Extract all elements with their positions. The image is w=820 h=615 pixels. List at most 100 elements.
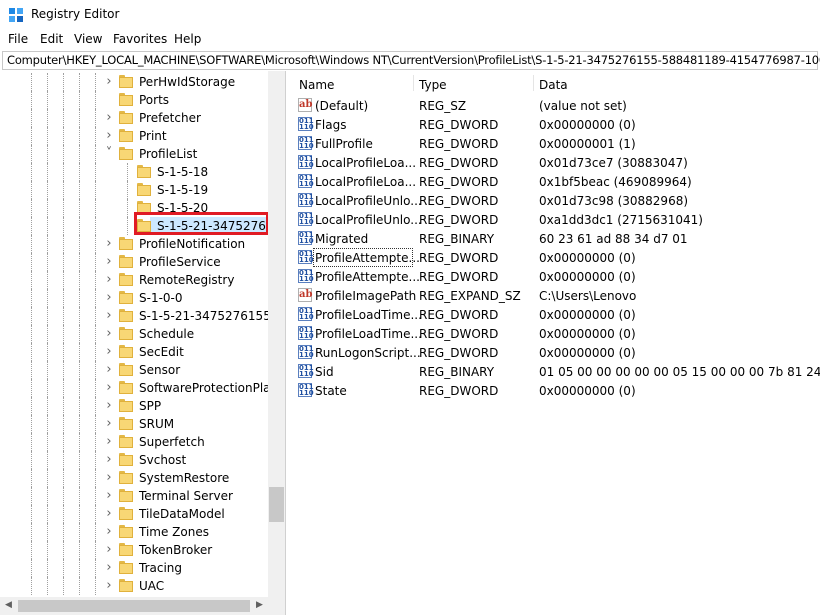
tree-guide-line <box>127 199 128 217</box>
tree-node-label: RemoteRegistry <box>139 273 235 287</box>
chevron-right-icon[interactable]: › <box>104 543 114 556</box>
column-header-type[interactable]: Type <box>419 78 447 92</box>
chevron-right-icon[interactable]: › <box>104 471 114 484</box>
registry-value-row[interactable]: 011 110 ProfileLoadTime... REG_DWORD 0x0000… <box>291 305 820 324</box>
registry-value-row[interactable]: 011 110 LocalProfileLoa... REG_DWORD 0x1bf5… <box>291 172 820 191</box>
tree-node[interactable]: › S-1-0-0 <box>0 289 268 307</box>
tree-node[interactable]: › Schedule <box>0 325 268 343</box>
chevron-right-icon[interactable]: › <box>104 417 114 430</box>
tree-guide-line <box>79 109 80 127</box>
scroll-right-icon[interactable]: ▶ <box>251 597 268 614</box>
tree-guide-line <box>63 397 64 415</box>
menu-file[interactable]: File <box>8 32 28 46</box>
chevron-right-icon[interactable]: › <box>104 291 114 304</box>
chevron-right-icon[interactable]: › <box>104 453 114 466</box>
tree-node[interactable]: ˅ ProfileList <box>0 145 268 163</box>
tree-node[interactable]: › SoftwareProtectionPlatfo <box>0 379 285 397</box>
chevron-right-icon[interactable]: › <box>104 507 114 520</box>
registry-value-row[interactable]: 011 110 ProfileAttempte... REG_DWORD 0x0000… <box>291 248 820 267</box>
menu-help[interactable]: Help <box>174 32 201 46</box>
registry-value-row[interactable]: ab ProfileImagePath REG_EXPAND_SZ C:\Users\… <box>291 286 820 305</box>
tree-node[interactable]: › Time Zones <box>0 523 268 541</box>
tree-node[interactable]: › PerHwIdStorage <box>0 73 268 91</box>
chevron-right-icon[interactable]: › <box>104 309 114 322</box>
tree-guide-line <box>63 145 64 163</box>
chevron-right-icon[interactable]: › <box>104 345 114 358</box>
menu-favorites[interactable]: Favorites <box>113 32 167 46</box>
tree-node[interactable]: › Tracing <box>0 559 268 577</box>
tree-guide-line <box>95 523 96 541</box>
tree-node[interactable]: › Svchost <box>0 451 268 469</box>
tree-guide-line <box>47 91 48 109</box>
tree-node[interactable]: › Print <box>0 127 268 145</box>
chevron-right-icon[interactable]: › <box>104 381 114 394</box>
tree-node[interactable]: › Terminal Server <box>0 487 268 505</box>
value-name: State <box>315 384 347 398</box>
chevron-right-icon[interactable]: › <box>104 327 114 340</box>
tree-node[interactable]: › SecEdit <box>0 343 268 361</box>
tree-vertical-scroll-thumb[interactable] <box>269 487 284 522</box>
tree-guide-line <box>31 163 32 181</box>
chevron-right-icon[interactable]: › <box>104 273 114 286</box>
tree-node[interactable]: › TileDataModel <box>0 505 268 523</box>
menu-view[interactable]: View <box>74 32 102 46</box>
registry-value-row[interactable]: 011 110 ProfileLoadTime... REG_DWORD 0x0000… <box>291 324 820 343</box>
tree-pane[interactable]: › PerHwIdStorage Ports › Prefetcher › Print ˅ Pr… <box>0 71 286 615</box>
tree-node[interactable]: › SRUM <box>0 415 268 433</box>
tree-node[interactable]: › UAC <box>0 577 268 595</box>
chevron-right-icon[interactable]: › <box>104 237 114 250</box>
tree-node-label: Print <box>139 129 167 143</box>
tree-node[interactable]: › SPP <box>0 397 268 415</box>
tree-horizontal-scroll-thumb[interactable] <box>18 600 250 612</box>
tree-node[interactable]: › TokenBroker <box>0 541 268 559</box>
registry-value-row[interactable]: 011 110 FullProfile REG_DWORD 0x00000001 (1… <box>291 134 820 153</box>
chevron-down-icon[interactable]: ˅ <box>104 147 114 160</box>
registry-value-row[interactable]: 011 110 Sid REG_BINARY 01 05 00 00 00 00 00… <box>291 362 820 381</box>
chevron-right-icon[interactable]: › <box>104 489 114 502</box>
tree-guide-line <box>47 523 48 541</box>
tree-node-label: ProfileService <box>139 255 221 269</box>
tree-node[interactable]: › S-1-5-21-3475276155-588 <box>0 307 285 325</box>
registry-value-row[interactable]: 011 110 LocalProfileUnlo... REG_DWORD 0xa1d… <box>291 210 820 229</box>
tree-guide-line <box>79 235 80 253</box>
registry-value-row[interactable]: 011 110 Flags REG_DWORD 0x00000000 (0) <box>291 115 820 134</box>
tree-node[interactable]: › ProfileNotification <box>0 235 268 253</box>
tree-guide-line <box>95 451 96 469</box>
registry-value-row[interactable]: ab (Default) REG_SZ (value not set) <box>291 96 820 115</box>
chevron-right-icon[interactable]: › <box>104 129 114 142</box>
registry-value-row[interactable]: 011 110 State REG_DWORD 0x00000000 (0) <box>291 381 820 400</box>
tree-node[interactable]: › Sensor <box>0 361 268 379</box>
registry-value-row[interactable]: 011 110 LocalProfileLoa... REG_DWORD 0x01d7… <box>291 153 820 172</box>
column-divider[interactable] <box>413 75 414 91</box>
chevron-right-icon[interactable]: › <box>104 255 114 268</box>
tree-node[interactable]: › SystemRestore <box>0 469 268 487</box>
registry-value-row[interactable]: 011 110 LocalProfileUnlo... REG_DWORD 0x01d… <box>291 191 820 210</box>
tree-node[interactable]: › Prefetcher <box>0 109 268 127</box>
chevron-right-icon[interactable]: › <box>104 111 114 124</box>
tree-node[interactable]: Ports <box>0 91 268 109</box>
tree-node[interactable]: › RemoteRegistry <box>0 271 268 289</box>
chevron-right-icon[interactable]: › <box>104 75 114 88</box>
chevron-right-icon[interactable]: › <box>104 399 114 412</box>
registry-value-row[interactable]: 011 110 Migrated REG_BINARY 60 23 61 ad 88 … <box>291 229 820 248</box>
column-divider[interactable] <box>533 75 534 91</box>
registry-value-row[interactable]: 011 110 ProfileAttempte... REG_DWORD 0x0000… <box>291 267 820 286</box>
chevron-right-icon[interactable]: › <box>104 579 114 592</box>
chevron-right-icon[interactable]: › <box>104 363 114 376</box>
tree-node[interactable]: S-1-5-18 <box>0 163 268 181</box>
value-data: 0x00000000 (0) <box>539 384 636 398</box>
tree-node[interactable]: › ProfileService <box>0 253 268 271</box>
chevron-right-icon[interactable]: › <box>104 561 114 574</box>
chevron-right-icon[interactable]: › <box>104 525 114 538</box>
tree-node[interactable]: S-1-5-19 <box>0 181 268 199</box>
column-header-data[interactable]: Data <box>539 78 568 92</box>
tree-node[interactable]: › Superfetch <box>0 433 268 451</box>
column-header-name[interactable]: Name <box>299 78 334 92</box>
address-bar[interactable]: Computer\HKEY_LOCAL_MACHINE\SOFTWARE\Mic… <box>2 51 820 70</box>
value-type: REG_BINARY <box>419 232 495 246</box>
chevron-right-icon[interactable]: › <box>104 435 114 448</box>
registry-value-row[interactable]: 011 110 RunLogonScript... REG_DWORD 0x00000… <box>291 343 820 362</box>
values-pane[interactable]: Name Type Data ab (Default) REG_SZ (value n… <box>291 71 820 615</box>
scroll-left-icon[interactable]: ◀ <box>0 597 17 614</box>
menu-edit[interactable]: Edit <box>40 32 63 46</box>
